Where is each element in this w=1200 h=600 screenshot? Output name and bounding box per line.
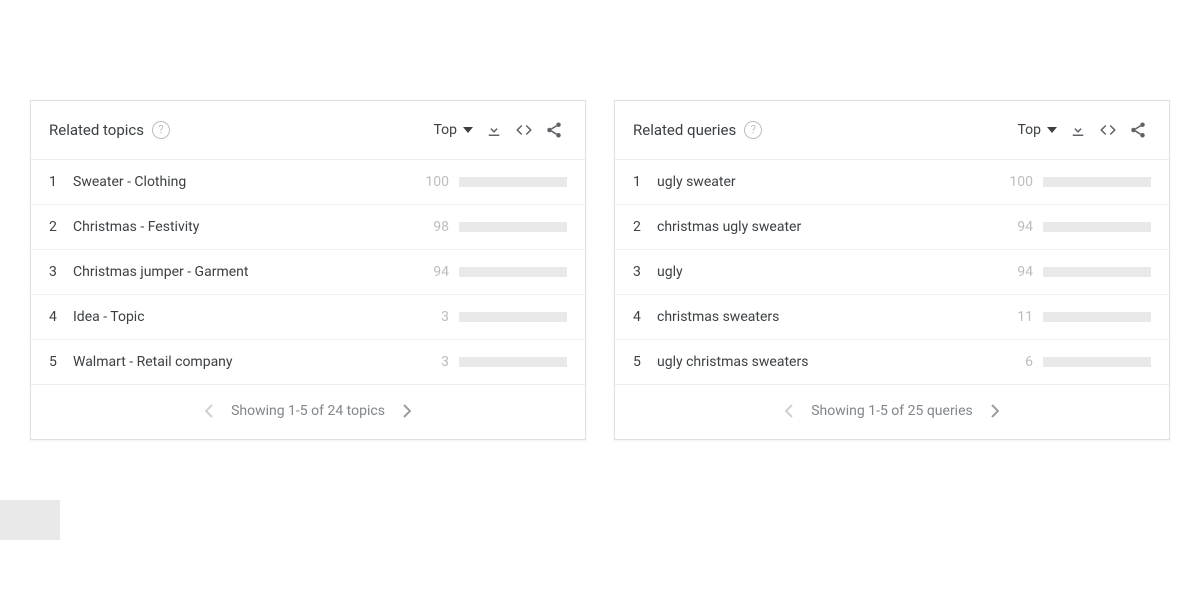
bar-track [1043, 312, 1151, 322]
bar-track [459, 222, 567, 232]
pagination-text: Showing 1-5 of 24 topics [225, 403, 391, 419]
item-value: 94 [409, 264, 459, 280]
item-value: 100 [993, 174, 1043, 190]
sort-label: Top [433, 122, 457, 138]
item-value: 100 [409, 174, 459, 190]
list-item[interactable]: 2 christmas ugly sweater 94 [615, 205, 1169, 250]
panels-container: Related topics ? Top 1 Sweater - [0, 0, 1200, 440]
share-icon[interactable] [539, 115, 569, 145]
prev-page-button[interactable] [193, 395, 225, 427]
bar-track [459, 357, 567, 367]
related-queries-card: Related queries ? Top 1 ugly swea [614, 100, 1170, 440]
download-icon[interactable] [479, 115, 509, 145]
pagination-footer: Showing 1-5 of 25 queries [615, 384, 1169, 439]
item-label: Christmas - Festivity [69, 219, 409, 235]
bar-track [459, 267, 567, 277]
item-value: 3 [409, 309, 459, 325]
list-item[interactable]: 5 Walmart - Retail company 3 [31, 340, 585, 384]
rank: 2 [49, 219, 69, 235]
item-value: 98 [409, 219, 459, 235]
share-icon[interactable] [1123, 115, 1153, 145]
item-label: ugly sweater [653, 174, 993, 190]
list-item[interactable]: 2 Christmas - Festivity 98 [31, 205, 585, 250]
page-edge-decoration [0, 500, 60, 540]
item-value: 94 [993, 264, 1043, 280]
rank: 1 [633, 174, 653, 190]
related-topics-card: Related topics ? Top 1 Sweater - [30, 100, 586, 440]
sort-label: Top [1017, 122, 1041, 138]
rank: 3 [633, 264, 653, 280]
rank: 2 [633, 219, 653, 235]
pagination-text: Showing 1-5 of 25 queries [805, 403, 979, 419]
item-label: christmas ugly sweater [653, 219, 993, 235]
list-item[interactable]: 4 christmas sweaters 11 [615, 295, 1169, 340]
pagination-footer: Showing 1-5 of 24 topics [31, 384, 585, 439]
rows-list: 1 Sweater - Clothing 100 2 Christmas - F… [31, 160, 585, 384]
item-value: 94 [993, 219, 1043, 235]
card-title: Related topics [49, 121, 144, 139]
rank: 1 [49, 174, 69, 190]
item-label: christmas sweaters [653, 309, 993, 325]
item-value: 11 [993, 309, 1043, 325]
item-label: Idea - Topic [69, 309, 409, 325]
list-item[interactable]: 5 ugly christmas sweaters 6 [615, 340, 1169, 384]
rank: 4 [49, 309, 69, 325]
item-value: 6 [993, 354, 1043, 370]
bar-track [1043, 357, 1151, 367]
help-icon[interactable]: ? [744, 121, 762, 139]
help-icon[interactable]: ? [152, 121, 170, 139]
card-header: Related topics ? Top [31, 101, 585, 160]
rank: 3 [49, 264, 69, 280]
item-label: Christmas jumper - Garment [69, 264, 409, 280]
list-item[interactable]: 1 ugly sweater 100 [615, 160, 1169, 205]
download-icon[interactable] [1063, 115, 1093, 145]
bar-track [459, 312, 567, 322]
item-label: Walmart - Retail company [69, 354, 409, 370]
prev-page-button[interactable] [773, 395, 805, 427]
card-header: Related queries ? Top [615, 101, 1169, 160]
list-item[interactable]: 1 Sweater - Clothing 100 [31, 160, 585, 205]
item-value: 3 [409, 354, 459, 370]
bar-track [1043, 222, 1151, 232]
bar-track [1043, 177, 1151, 187]
list-item[interactable]: 3 Christmas jumper - Garment 94 [31, 250, 585, 295]
item-label: ugly christmas sweaters [653, 354, 993, 370]
item-label: Sweater - Clothing [69, 174, 409, 190]
chevron-down-icon [463, 127, 473, 133]
card-title: Related queries [633, 121, 736, 139]
rank: 5 [49, 354, 69, 370]
list-item[interactable]: 4 Idea - Topic 3 [31, 295, 585, 340]
sort-dropdown[interactable]: Top [1017, 122, 1063, 138]
item-label: ugly [653, 264, 993, 280]
list-item[interactable]: 3 ugly 94 [615, 250, 1169, 295]
next-page-button[interactable] [391, 395, 423, 427]
rank: 5 [633, 354, 653, 370]
rank: 4 [633, 309, 653, 325]
embed-icon[interactable] [1093, 115, 1123, 145]
bar-track [459, 177, 567, 187]
next-page-button[interactable] [979, 395, 1011, 427]
rows-list: 1 ugly sweater 100 2 christmas ugly swea… [615, 160, 1169, 384]
sort-dropdown[interactable]: Top [433, 122, 479, 138]
chevron-down-icon [1047, 127, 1057, 133]
bar-track [1043, 267, 1151, 277]
embed-icon[interactable] [509, 115, 539, 145]
